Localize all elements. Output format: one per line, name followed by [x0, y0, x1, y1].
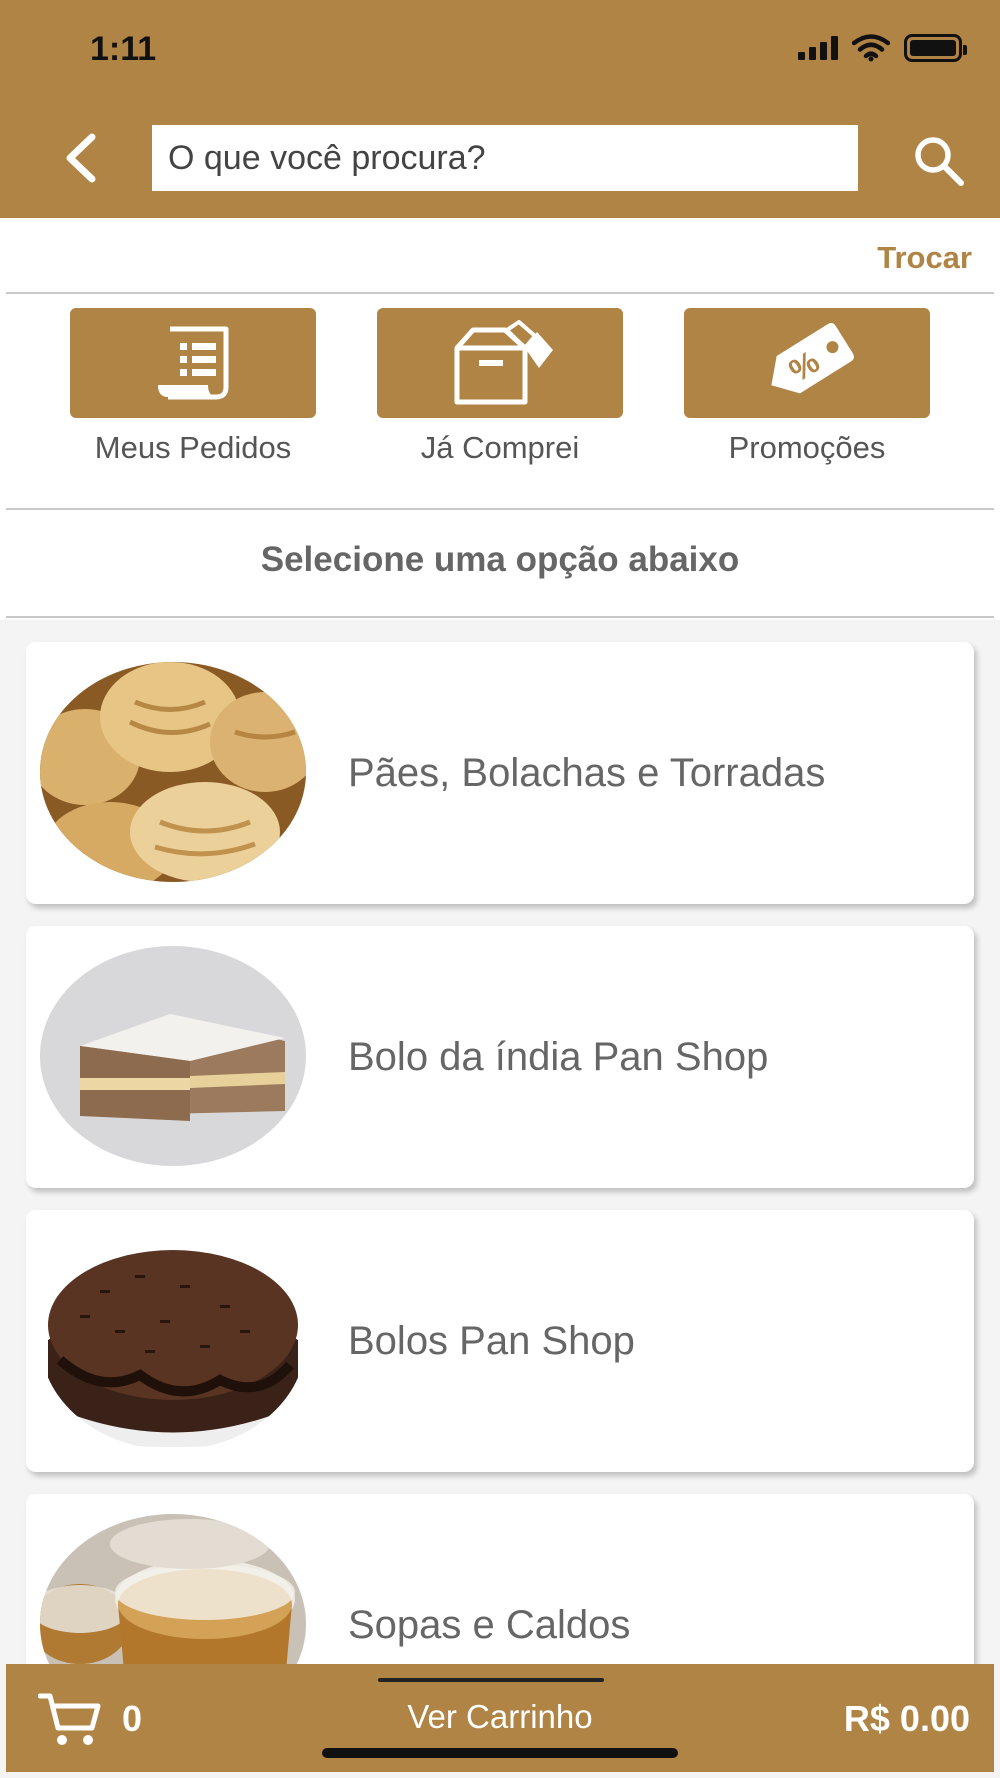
- status-icons: [798, 34, 967, 62]
- app-header: 1:11: [0, 0, 1000, 218]
- bar-handle: [378, 1678, 604, 1682]
- my-orders-tile: [70, 308, 316, 418]
- search-icon: [915, 137, 964, 186]
- bought-before-label: Já Comprei: [420, 430, 580, 465]
- home-indicator[interactable]: [322, 1748, 678, 1758]
- bought-before-tile: [377, 308, 623, 418]
- search-input[interactable]: [152, 125, 858, 191]
- divider: [6, 292, 994, 294]
- bread-rolls-image: [40, 662, 306, 882]
- wifi-icon: [852, 34, 890, 62]
- cart-total: R$ 0.00: [843, 1698, 970, 1739]
- receipt-icon: [158, 326, 229, 400]
- cellular-signal-icon: [798, 36, 838, 60]
- promotions-tile: %: [684, 308, 930, 418]
- percent-tag-icon: %: [771, 323, 855, 394]
- search-button[interactable]: [906, 128, 972, 194]
- status-time: 1:11: [90, 30, 157, 68]
- quick-actions: Meus Pedidos Já Comprei % Promoções: [0, 308, 1000, 468]
- promotions-button[interactable]: % Promoções: [684, 308, 930, 466]
- battery-icon: [904, 34, 967, 62]
- bought-before-button[interactable]: Já Comprei: [377, 308, 623, 466]
- category-label: Pães, Bolachas e Torradas: [348, 750, 826, 795]
- open-box-icon: [454, 320, 553, 405]
- my-orders-button[interactable]: Meus Pedidos: [70, 308, 316, 466]
- section-title: Selecione uma opção abaixo: [260, 540, 740, 579]
- category-label: Bolos Pan Shop: [348, 1318, 635, 1363]
- switch-store-link[interactable]: Trocar: [877, 240, 972, 276]
- my-orders-label: Meus Pedidos: [94, 430, 292, 465]
- category-card-breads[interactable]: Pães, Bolachas e Torradas: [26, 642, 974, 904]
- layer-cake-slice-image: [40, 946, 306, 1166]
- category-card-india-cake[interactable]: Bolo da índia Pan Shop: [26, 926, 974, 1188]
- back-button[interactable]: [50, 128, 110, 188]
- divider: [6, 508, 994, 510]
- category-label: Bolo da índia Pan Shop: [348, 1034, 769, 1079]
- promotions-label: Promoções: [728, 430, 886, 465]
- chevron-left-icon: [66, 133, 96, 183]
- divider: [6, 616, 994, 618]
- category-card-cakes[interactable]: Bolos Pan Shop: [26, 1210, 974, 1472]
- chocolate-cake-image: [40, 1230, 306, 1450]
